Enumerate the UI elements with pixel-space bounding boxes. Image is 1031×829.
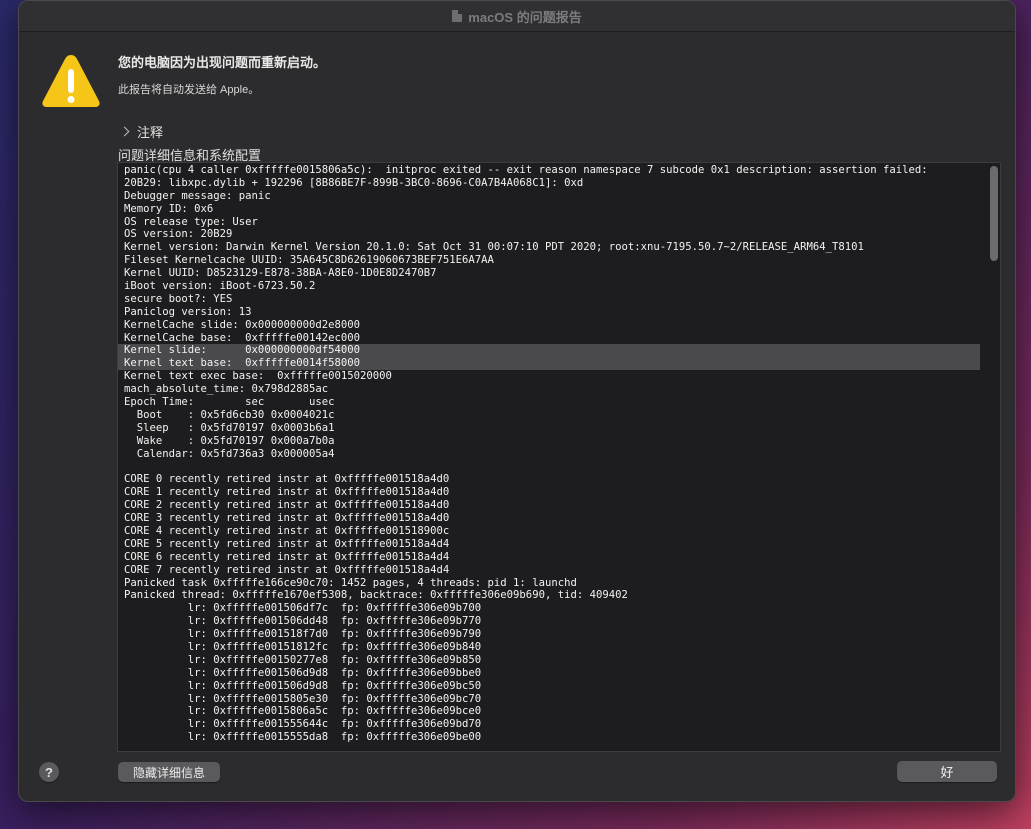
problem-report-window: macOS 的问题报告 您的电脑因为出现问题而重新启动。 此报告将自动发送给 A…	[18, 0, 1016, 802]
report-line: Calendar: 0x5fd736a3 0x000005a4	[124, 447, 335, 460]
report-heading: 您的电脑因为出现问题而重新启动。	[118, 55, 327, 70]
report-line: Sleep : 0x5fd70197 0x0003b6a1	[124, 421, 335, 434]
report-line: Boot : 0x5fd6cb30 0x0004021c	[124, 408, 335, 421]
report-line: iBoot version: iBoot-6723.50.2	[124, 280, 316, 293]
report-line: lr: 0xfffffe001506df7c fp: 0xfffffe306e0…	[124, 602, 482, 615]
report-line: lr: 0xfffffe00151812fc fp: 0xfffffe306e0…	[124, 640, 482, 653]
report-line: lr: 0xfffffe001506dd48 fp: 0xfffffe306e0…	[124, 615, 482, 628]
comments-label: 注释	[137, 125, 164, 140]
report-line: Fileset Kernelcache UUID: 35A645C8D62619…	[124, 254, 494, 267]
report-line: 20B29: libxpc.dylib + 192296 [8B86BE7F-8…	[124, 176, 584, 189]
report-line: mach_absolute_time: 0x798d2885ac	[124, 383, 329, 396]
report-line: CORE 3 recently retired instr at 0xfffff…	[124, 512, 450, 525]
report-line: Memory ID: 0x6	[124, 202, 214, 215]
report-line: CORE 1 recently retired instr at 0xfffff…	[124, 486, 450, 499]
report-line: secure boot?: YES	[124, 292, 233, 305]
title-bar[interactable]: macOS 的问题报告	[19, 1, 1015, 32]
report-line: CORE 2 recently retired instr at 0xfffff…	[124, 499, 450, 512]
report-line: Kernel text exec base: 0xfffffe001502000…	[124, 370, 392, 383]
warning-icon	[42, 55, 100, 107]
report-line: lr: 0xfffffe001506d9d8 fp: 0xfffffe306e0…	[124, 679, 482, 692]
vertical-scrollbar[interactable]	[990, 166, 998, 261]
report-line: CORE 4 recently retired instr at 0xfffff…	[124, 524, 450, 537]
report-line: Wake : 0x5fd70197 0x000a7b0a	[124, 434, 335, 447]
report-lines: panic(cpu 4 caller 0xfffffe0015806a5c): …	[118, 164, 980, 744]
report-line: Panicked task 0xfffffe166ce90c70: 1452 p…	[124, 576, 577, 589]
report-line: lr: 0xfffffe00150277e8 fp: 0xfffffe306e0…	[124, 653, 482, 666]
chevron-right-icon	[119, 126, 130, 137]
report-line: Paniclog version: 13	[124, 305, 252, 318]
report-line: OS version: 20B29	[124, 228, 233, 241]
report-line: lr: 0xfffffe001506d9d8 fp: 0xfffffe306e0…	[124, 666, 482, 679]
report-line: CORE 5 recently retired instr at 0xfffff…	[124, 537, 450, 550]
report-line: Kernel version: Darwin Kernel Version 20…	[124, 241, 864, 254]
ok-button[interactable]: 好	[897, 761, 997, 782]
window-title: macOS 的问题报告	[468, 9, 582, 25]
report-line: lr: 0xfffffe001555644c fp: 0xfffffe306e0…	[124, 718, 482, 731]
document-icon	[452, 10, 463, 22]
report-line: lr: 0xfffffe001518f7d0 fp: 0xfffffe306e0…	[124, 628, 482, 641]
report-line: Epoch Time: sec usec	[124, 396, 335, 409]
report-line: CORE 7 recently retired instr at 0xfffff…	[124, 563, 450, 576]
report-line: Panicked thread: 0xfffffe1670ef5308, bac…	[124, 589, 628, 602]
report-line: Kernel UUID: D8523129-E878-38BA-A8E0-1D0…	[124, 267, 437, 280]
report-line: CORE 0 recently retired instr at 0xfffff…	[124, 473, 450, 486]
hide-details-button[interactable]: 隐藏详细信息	[118, 762, 220, 782]
report-line: Debugger message: panic	[124, 189, 271, 202]
report-line: OS release type: User	[124, 215, 258, 228]
report-text-view[interactable]: panic(cpu 4 caller 0xfffffe0015806a5c): …	[117, 162, 1001, 752]
report-line: Kernel text base: 0xfffffe0014f58000	[118, 357, 980, 371]
report-line: Kernel slide: 0x000000000df54000	[118, 344, 980, 358]
help-button[interactable]: ?	[39, 762, 59, 782]
report-line: lr: 0xfffffe0015805e30 fp: 0xfffffe306e0…	[124, 692, 482, 705]
report-line: KernelCache slide: 0x000000000d2e8000	[124, 318, 360, 331]
report-line	[118, 460, 980, 473]
report-line: lr: 0xfffffe0015806a5c fp: 0xfffffe306e0…	[124, 705, 482, 718]
report-line: CORE 6 recently retired instr at 0xfffff…	[124, 550, 450, 563]
report-subtext: 此报告将自动发送给 Apple。	[118, 84, 260, 96]
report-line: panic(cpu 4 caller 0xfffffe0015806a5c): …	[124, 164, 928, 176]
comments-disclosure[interactable]: 注释	[119, 122, 164, 141]
report-line: lr: 0xfffffe0015555da8 fp: 0xfffffe306e0…	[124, 731, 482, 744]
report-line: KernelCache base: 0xfffffe00142ec000	[124, 331, 360, 344]
